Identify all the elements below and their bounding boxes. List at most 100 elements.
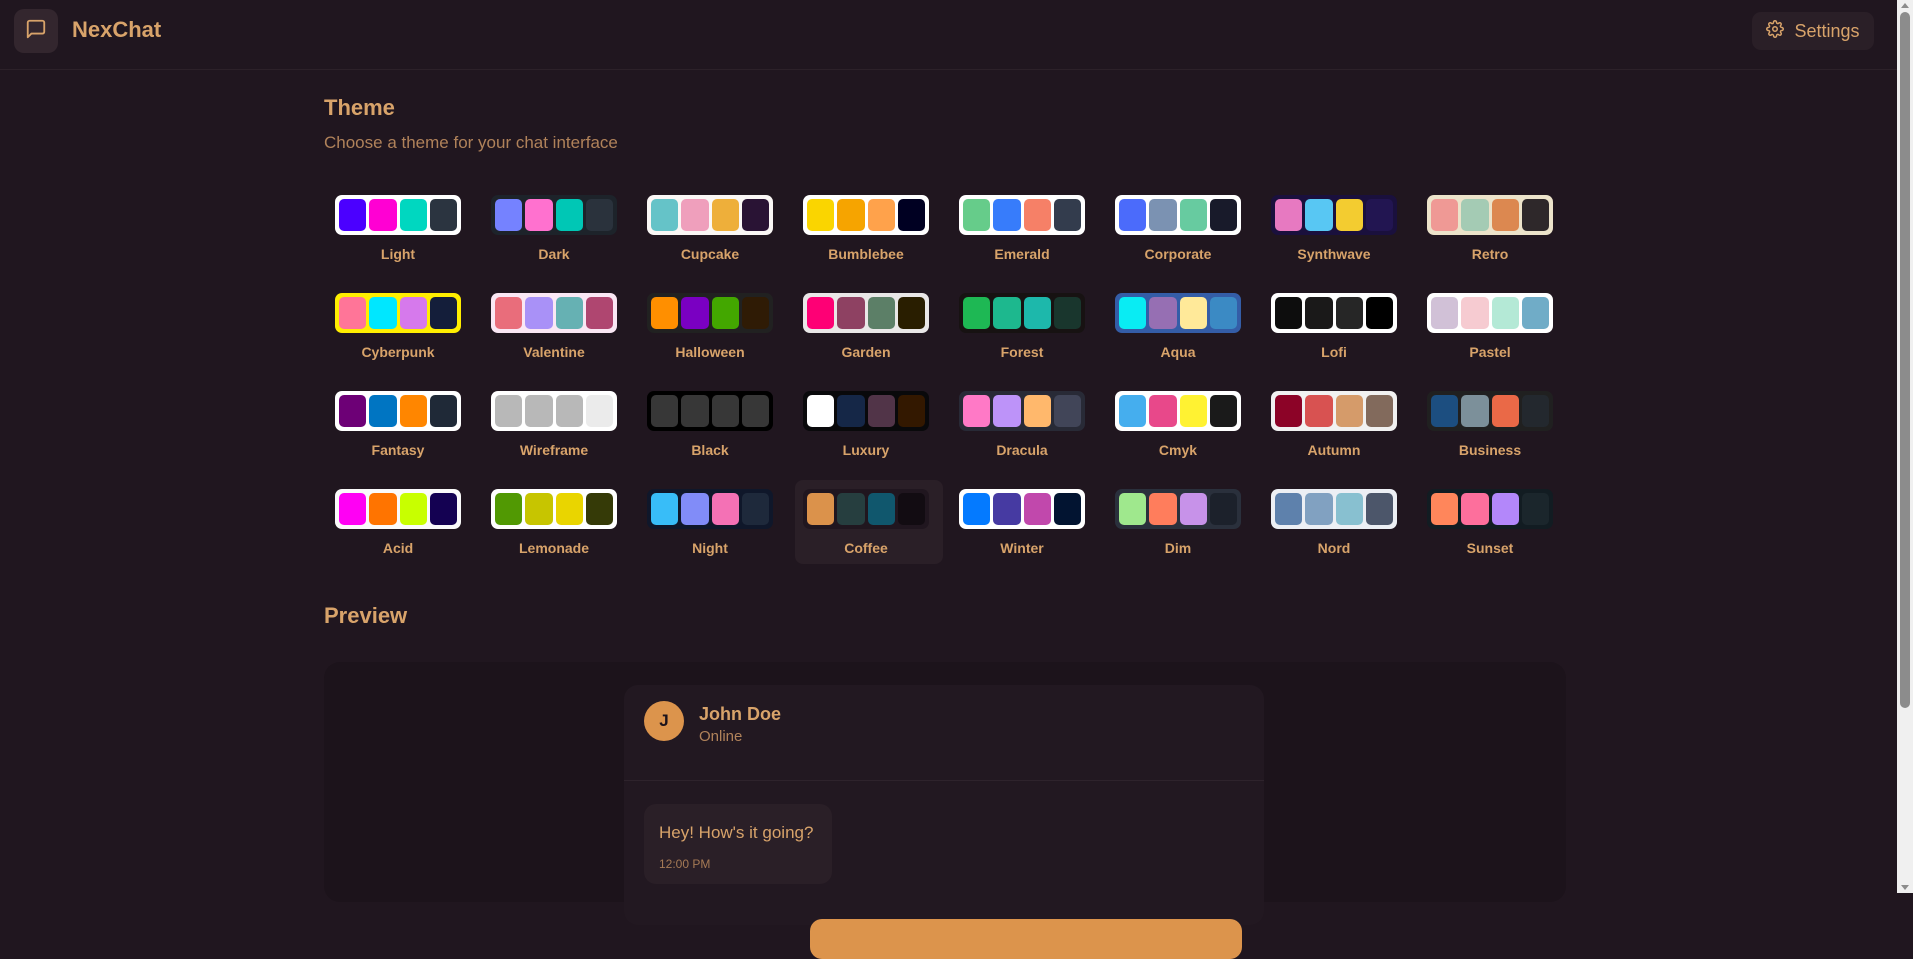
theme-name-label: Lofi	[1321, 344, 1347, 360]
theme-color-swatch	[399, 395, 427, 427]
message-time: 12:00 PM	[659, 857, 711, 871]
theme-color-swatch	[1209, 395, 1237, 427]
theme-option-light[interactable]: Light	[327, 186, 475, 270]
theme-option-aqua[interactable]: Aqua	[1107, 284, 1255, 368]
preview-section-title: Preview	[324, 603, 408, 628]
theme-color-swatch	[807, 493, 835, 525]
theme-name-label: Cyberpunk	[361, 344, 435, 360]
settings-label: Settings	[1794, 20, 1860, 41]
theme-color-swatch	[741, 199, 769, 231]
theme-option-cmyk[interactable]: Cmyk	[1107, 382, 1255, 466]
theme-color-swatch	[1335, 493, 1363, 525]
theme-name-label: Bumblebee	[828, 246, 904, 262]
theme-option-dracula[interactable]: Dracula	[951, 382, 1099, 466]
theme-option-bumblebee[interactable]: Bumblebee	[795, 186, 943, 270]
theme-option-fantasy[interactable]: Fantasy	[327, 382, 475, 466]
theme-color-swatch	[1179, 493, 1207, 525]
theme-color-swatch	[1305, 199, 1333, 231]
theme-color-swatch	[1491, 297, 1519, 329]
theme-option-lofi[interactable]: Lofi	[1263, 284, 1411, 368]
theme-color-swatch	[1365, 493, 1393, 525]
theme-color-swatch	[339, 395, 367, 427]
theme-option-winter[interactable]: Winter	[951, 480, 1099, 564]
app-title[interactable]: NexChat	[72, 17, 161, 43]
theme-color-swatch	[1275, 493, 1303, 525]
theme-color-swatch	[711, 297, 739, 329]
theme-option-forest[interactable]: Forest	[951, 284, 1099, 368]
theme-color-swatch	[741, 395, 769, 427]
theme-option-garden[interactable]: Garden	[795, 284, 943, 368]
theme-color-swatch	[1053, 493, 1081, 525]
theme-color-swatch	[711, 395, 739, 427]
logo[interactable]	[14, 9, 58, 53]
theme-color-swatch	[1461, 297, 1489, 329]
theme-color-swatch	[555, 199, 583, 231]
theme-color-swatch	[651, 199, 679, 231]
scrollbar-thumb[interactable]	[1900, 12, 1910, 708]
theme-color-swatch	[369, 493, 397, 525]
theme-option-pastel[interactable]: Pastel	[1419, 284, 1567, 368]
theme-option-business[interactable]: Business	[1419, 382, 1567, 466]
theme-color-swatch	[1179, 199, 1207, 231]
theme-option-dim[interactable]: Dim	[1107, 480, 1255, 564]
scroll-up-arrow-icon[interactable]	[1901, 3, 1909, 8]
theme-color-swatch	[711, 199, 739, 231]
theme-name-label: Cupcake	[680, 246, 740, 262]
scroll-down-arrow-icon[interactable]	[1901, 885, 1909, 890]
theme-name-label: Coffee	[844, 540, 888, 556]
theme-option-synthwave[interactable]: Synthwave	[1263, 186, 1411, 270]
theme-swatch-group	[803, 195, 929, 235]
theme-name-label: Pastel	[1469, 344, 1511, 360]
theme-name-label: Corporate	[1144, 246, 1212, 262]
theme-color-swatch	[1305, 395, 1333, 427]
theme-color-swatch	[525, 297, 553, 329]
theme-name-label: Acid	[382, 540, 414, 556]
theme-option-cyberpunk[interactable]: Cyberpunk	[327, 284, 475, 368]
theme-color-swatch	[993, 395, 1021, 427]
scrollbar[interactable]	[1897, 0, 1913, 893]
theme-color-swatch	[897, 199, 925, 231]
theme-option-emerald[interactable]: Emerald	[951, 186, 1099, 270]
theme-swatch-group	[803, 489, 929, 529]
theme-color-swatch	[993, 297, 1021, 329]
theme-color-swatch	[585, 395, 613, 427]
theme-color-swatch	[1491, 199, 1519, 231]
theme-option-nord[interactable]: Nord	[1263, 480, 1411, 564]
theme-color-swatch	[429, 395, 457, 427]
theme-color-swatch	[651, 493, 679, 525]
theme-option-black[interactable]: Black	[639, 382, 787, 466]
message-text: Hey! How's it going?	[659, 823, 814, 842]
settings-button[interactable]: Settings	[1752, 12, 1874, 50]
theme-color-swatch	[495, 297, 523, 329]
theme-option-coffee[interactable]: Coffee	[795, 480, 943, 564]
theme-color-swatch	[429, 199, 457, 231]
theme-option-luxury[interactable]: Luxury	[795, 382, 943, 466]
gear-icon	[1766, 19, 1785, 43]
theme-option-night[interactable]: Night	[639, 480, 787, 564]
theme-option-lemonade[interactable]: Lemonade	[483, 480, 631, 564]
theme-option-halloween[interactable]: Halloween	[639, 284, 787, 368]
theme-option-autumn[interactable]: Autumn	[1263, 382, 1411, 466]
theme-option-dark[interactable]: Dark	[483, 186, 631, 270]
theme-swatch-group	[1115, 391, 1241, 431]
theme-color-swatch	[585, 493, 613, 525]
theme-option-acid[interactable]: Acid	[327, 480, 475, 564]
theme-option-valentine[interactable]: Valentine	[483, 284, 631, 368]
theme-option-retro[interactable]: Retro	[1419, 186, 1567, 270]
theme-name-label: Light	[380, 246, 416, 262]
theme-color-swatch	[369, 395, 397, 427]
theme-option-wireframe[interactable]: Wireframe	[483, 382, 631, 466]
avatar: J	[644, 701, 684, 741]
theme-grid: Light Dark Cupcake Bumblebee Emerald Corporat…	[327, 186, 1567, 564]
theme-option-sunset[interactable]: Sunset	[1419, 480, 1567, 564]
theme-swatch-group	[959, 195, 1085, 235]
theme-color-swatch	[681, 297, 709, 329]
theme-name-label: Lemonade	[518, 540, 589, 556]
theme-option-cupcake[interactable]: Cupcake	[639, 186, 787, 270]
theme-swatch-group	[959, 293, 1085, 333]
theme-color-swatch	[1521, 199, 1549, 231]
theme-swatch-group	[1115, 489, 1241, 529]
theme-color-swatch	[1209, 199, 1237, 231]
theme-option-corporate[interactable]: Corporate	[1107, 186, 1255, 270]
theme-color-swatch	[1521, 297, 1549, 329]
